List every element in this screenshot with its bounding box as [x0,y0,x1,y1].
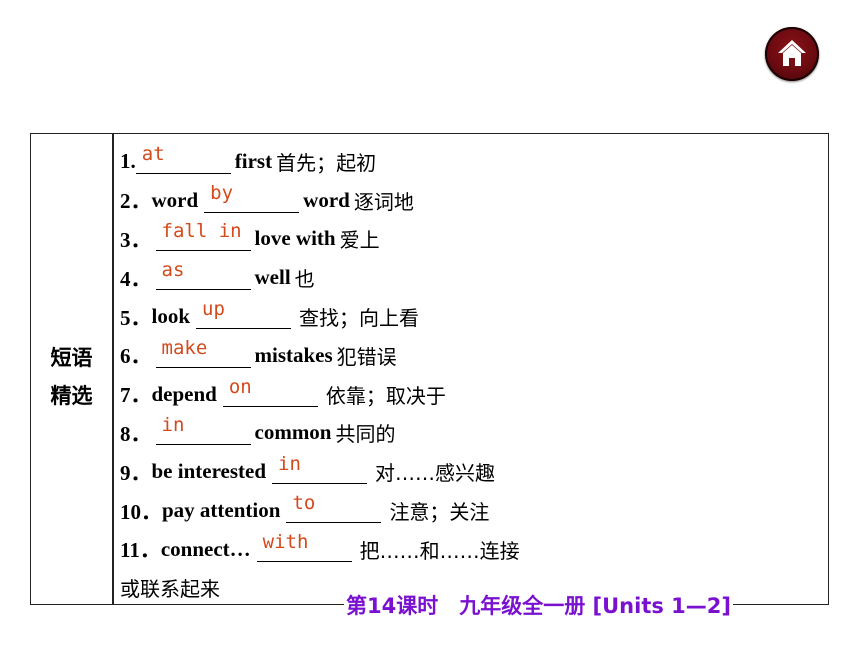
answer-text[interactable]: on [229,376,252,398]
answer-blank[interactable]: as [155,259,251,291]
chinese-meaning: 逐词地 [353,189,414,214]
category-line-1: 短语 [50,346,93,370]
item-number: 6． [120,344,152,369]
answer-blank[interactable]: make [155,337,251,368]
chinese-meaning: 首先；起初 [276,150,377,175]
answer-text[interactable]: in [278,453,301,475]
phrase-before: word [151,187,199,212]
category-label: 短语 精选 [31,339,112,415]
item-number: 7． [120,383,152,408]
answer-blank[interactable]: on [222,376,318,407]
answer-text[interactable]: fall in [162,220,242,242]
answer-text[interactable]: with [263,531,309,553]
chinese-meaning: 把……和……连接 [359,538,520,563]
answer-blank[interactable]: up [196,298,292,330]
chinese-meaning: 也 [294,267,315,292]
category-line-2: 精选 [50,384,93,408]
chinese-meaning: 犯错误 [336,344,397,369]
phrase-item: 3． fall in love with 爱上 [120,220,820,259]
answer-text[interactable]: up [202,298,225,320]
answer-blank[interactable]: by [204,182,300,213]
answer-text[interactable]: by [210,182,233,204]
phrase-before: look [151,304,191,329]
answer-text[interactable]: to [292,492,315,514]
answer-blank[interactable]: in [272,453,368,485]
chinese-meaning: 依靠；取决于 [325,383,446,408]
item-number: 5． [120,305,152,330]
item-number: 2． [120,189,152,214]
phrase-item: 6． make mistakes 犯错误 [120,336,820,375]
phrase-item: 11． connect… with 把……和……连接 [120,530,820,569]
phrase-after: love with [254,226,336,251]
phrase-item: 5． look up 查找；向上看 [120,297,820,336]
phrase-after: common [254,420,332,445]
chinese-meaning: 爱上 [339,228,380,253]
phrase-after: well [254,265,291,290]
phrase-before: depend [151,381,217,406]
phrase-list: 1. at first 首先；起初 2． word by word 逐词地 3．… [120,142,820,607]
item-number: 3． [120,227,152,252]
chinese-meaning: 注意；关注 [389,500,490,525]
home-icon [778,40,806,66]
lesson-title: 第14课时 九年级全一册 [Units 1—2] [344,590,734,620]
chinese-meaning: 共同的 [335,422,396,447]
column-divider [112,134,114,604]
answer-blank[interactable]: fall in [155,220,251,252]
phrase-item: 1. at first 首先；起初 [120,142,820,181]
answer-blank[interactable]: to [286,492,382,524]
phrase-before: pay attention [162,498,281,523]
phrase-item: 9． be interested in 对……感兴趣 [120,452,820,491]
item-number: 1. [120,148,136,173]
phrase-after: word [303,187,350,212]
phrase-after: first [234,148,273,173]
item-number: 11． [120,538,161,563]
phrase-before: be interested [151,459,267,484]
phrase-after: mistakes [254,342,333,367]
answer-blank[interactable]: with [256,531,352,562]
chinese-meaning: 查找；向上看 [299,306,420,331]
chinese-meaning: 对……感兴趣 [375,461,496,486]
answer-text[interactable]: at [142,143,165,165]
phrase-item: 8． in common 共同的 [120,414,820,453]
item-number: 10． [120,499,162,524]
phrase-item: 2． word by word 逐词地 [120,181,820,220]
phrase-before: connect… [160,536,251,561]
item-number: 4． [120,266,152,291]
answer-blank[interactable]: in [155,414,251,446]
item-number: 8． [120,421,152,446]
phrase-table: 短语 精选 1. at first 首先；起初 2． word by word … [30,133,829,605]
phrase-item: 4． as well 也 [120,258,820,297]
home-button[interactable] [765,27,819,81]
answer-text[interactable]: as [162,259,185,281]
phrase-item: 7． depend on 依靠；取决于 [120,375,820,414]
item-number: 9． [120,460,152,485]
answer-text[interactable]: in [162,414,185,436]
answer-blank[interactable]: at [135,143,231,174]
phrase-item: 10． pay attention to 注意；关注 [120,491,820,530]
answer-text[interactable]: make [162,337,208,359]
